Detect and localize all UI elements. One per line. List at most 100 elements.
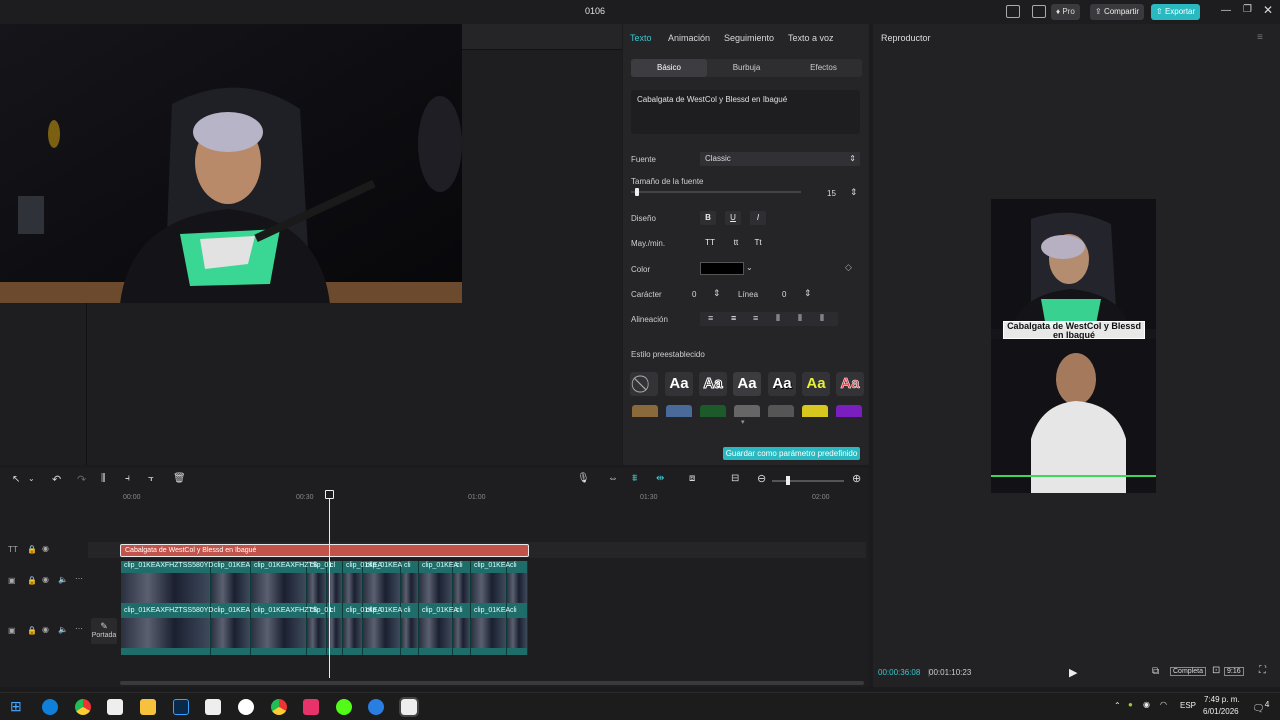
size-stepper-icon[interactable]: ⇕	[850, 187, 858, 198]
restore-icon[interactable]: ❐	[1243, 4, 1252, 15]
font-select[interactable]: Classic ⇕	[700, 152, 860, 166]
video-clip[interactable]: clip_01KEA	[211, 606, 251, 655]
preset-style-6[interactable]: Aa	[836, 372, 864, 396]
video-track-2-audio-icon[interactable]: 🔈	[58, 625, 68, 634]
windows-start-icon[interactable]: ⊞	[10, 698, 22, 715]
obs-icon[interactable]	[238, 699, 254, 715]
ratio-button[interactable]: 9:16	[1224, 667, 1244, 676]
video-clip[interactable]: cli	[507, 606, 528, 655]
crop-icon[interactable]: ⧉	[1152, 666, 1159, 677]
align-vertical-top-icon[interactable]: ⦀	[776, 313, 780, 324]
tiktok-icon[interactable]	[303, 699, 319, 715]
play-icon[interactable]: ▶	[1069, 666, 1077, 679]
video-clip[interactable]: clip_01KEAXFHZTS	[251, 561, 317, 610]
playhead[interactable]	[325, 490, 334, 678]
video-track-2-more-icon[interactable]: ⋯	[75, 624, 83, 633]
preset-style-3[interactable]: Aa	[733, 372, 761, 396]
text-track-lock-icon[interactable]: 🔒	[27, 545, 37, 554]
lowercase-button[interactable]: tt	[728, 236, 744, 250]
zoom-in-icon[interactable]: ⊕	[852, 472, 861, 485]
video-clip[interactable]: cli	[453, 561, 471, 610]
share-button[interactable]: ⇪ Compartir	[1090, 4, 1145, 20]
video-track-1-audio-icon[interactable]: 🔈	[58, 575, 68, 584]
zoom-out-icon[interactable]: ⊖	[757, 472, 766, 485]
subtab-efectos[interactable]: Efectos	[785, 59, 862, 77]
edge-icon[interactable]	[42, 699, 58, 715]
video-clip[interactable]: clip_01	[307, 606, 332, 655]
text-clip[interactable]: Cabalgata de WestCol y Blessd en Ibagué	[120, 544, 529, 557]
link-icon[interactable]: ⇔	[608, 473, 618, 484]
delete-icon[interactable]: 🗑	[173, 473, 186, 484]
italic-button[interactable]: I	[750, 211, 766, 225]
preview-axis-icon[interactable]: ⧈	[689, 473, 695, 484]
align-right-icon[interactable]: ≡	[753, 313, 758, 323]
preset-style-5[interactable]: Aa	[802, 372, 830, 396]
text-input[interactable]: Cabalgata de WestCol y Blessd en Ibagué	[631, 90, 860, 134]
line-stepper-icon[interactable]: ⇕	[804, 288, 812, 299]
video-clip[interactable]: clip_01KEA	[419, 606, 458, 655]
bold-button[interactable]: B	[700, 211, 716, 225]
uppercase-button[interactable]: TT	[702, 236, 718, 250]
magnet-icon[interactable]: ⩩	[632, 473, 637, 484]
tray-chevron-icon[interactable]: ⌃	[1114, 701, 1121, 710]
video-track-2-visibility-icon[interactable]: ◉	[42, 625, 49, 634]
align-left-icon[interactable]: ≡	[708, 313, 713, 323]
quality-button[interactable]: Completa	[1170, 667, 1206, 676]
wifi-icon[interactable]: ◠	[1160, 700, 1167, 709]
preset-style-8[interactable]	[666, 405, 692, 417]
tab-animacion[interactable]: Animación	[668, 33, 710, 43]
photoshop-icon[interactable]	[173, 699, 189, 715]
preset-style-10[interactable]	[734, 405, 760, 417]
video-clip[interactable]: cli	[507, 561, 528, 610]
split-left-icon[interactable]: ⫞	[125, 473, 130, 484]
capcut-icon[interactable]	[107, 699, 123, 715]
caption-overlay[interactable]: Cabalgata de WestCol y Blessd en Ibagué	[1003, 321, 1145, 340]
capcut-active-icon[interactable]	[399, 697, 419, 717]
preset-style-1[interactable]: Aa	[665, 372, 693, 396]
clock-time[interactable]: 7:49 p. m.	[1204, 695, 1240, 704]
chrome-icon[interactable]	[75, 699, 91, 715]
video-clip[interactable]: clip_01KEAXFHZTSS580YD	[121, 561, 213, 610]
folder-icon[interactable]	[140, 699, 156, 715]
notification-icon[interactable]: 🗨4	[1252, 699, 1269, 714]
titlecase-button[interactable]: Tt	[750, 236, 766, 250]
language-indicator[interactable]: ESP	[1180, 701, 1196, 710]
tab-texto[interactable]: Texto	[630, 33, 652, 43]
align-vertical-center-icon[interactable]: ⦀	[798, 313, 802, 324]
size-slider[interactable]	[631, 188, 801, 196]
video-clip[interactable]: clip_01KEAXFHZTS	[251, 606, 317, 655]
text-track-visibility-icon[interactable]: ◉	[42, 544, 49, 553]
size-value[interactable]: 15	[827, 189, 836, 198]
tool-dropdown-icon[interactable]: ⌄	[28, 474, 35, 483]
size-slider-handle[interactable]	[635, 188, 639, 196]
subtab-burbuja[interactable]: Burbuja	[708, 59, 785, 77]
preset-style-9[interactable]	[700, 405, 726, 417]
video-track-1-visibility-icon[interactable]: ◉	[42, 575, 49, 584]
undo-icon[interactable]: ↶	[52, 473, 61, 486]
align-vertical-bottom-icon[interactable]: ⦀	[820, 313, 824, 324]
video-clip[interactable]: cli	[401, 561, 419, 610]
subtab-basico[interactable]: Básico	[631, 59, 707, 77]
layout-icon[interactable]	[1006, 5, 1020, 18]
tab-seguimiento[interactable]: Seguimiento	[724, 33, 774, 43]
timeline-scrollbar[interactable]	[120, 681, 864, 685]
video-clip[interactable]: clip_01KEA	[471, 606, 510, 655]
zoom-slider[interactable]	[772, 476, 844, 485]
video-track-1-lock-icon[interactable]: 🔒	[27, 576, 37, 585]
select-tool-icon[interactable]: ↖	[12, 474, 20, 485]
caption-icon[interactable]: ⊟	[731, 473, 739, 484]
video-clip[interactable]: clip_01KEA	[343, 606, 382, 655]
fullscreen-icon[interactable]: ⛶	[1259, 665, 1266, 676]
video-clip[interactable]: cli	[401, 606, 419, 655]
zoom-slider-handle[interactable]	[786, 476, 790, 485]
video-clip[interactable]: clip_01KEA	[211, 561, 251, 610]
video-clip[interactable]: clip_01KEA	[471, 561, 510, 610]
menu-icon[interactable]: ≡	[1257, 32, 1263, 43]
video-clip[interactable]: clip_01KEAXFHZTSS580YD	[121, 606, 213, 655]
video-track-1-more-icon[interactable]: ⋯	[75, 574, 83, 583]
line-spacing-value[interactable]: 0	[782, 290, 786, 299]
video-preview[interactable]: Cabalgata de WestCol y Blessd en Ibagué	[991, 199, 1156, 493]
char-spacing-value[interactable]: 0	[692, 290, 696, 299]
minimize-icon[interactable]: —	[1221, 5, 1231, 16]
redo-icon[interactable]: ↷	[77, 473, 86, 486]
